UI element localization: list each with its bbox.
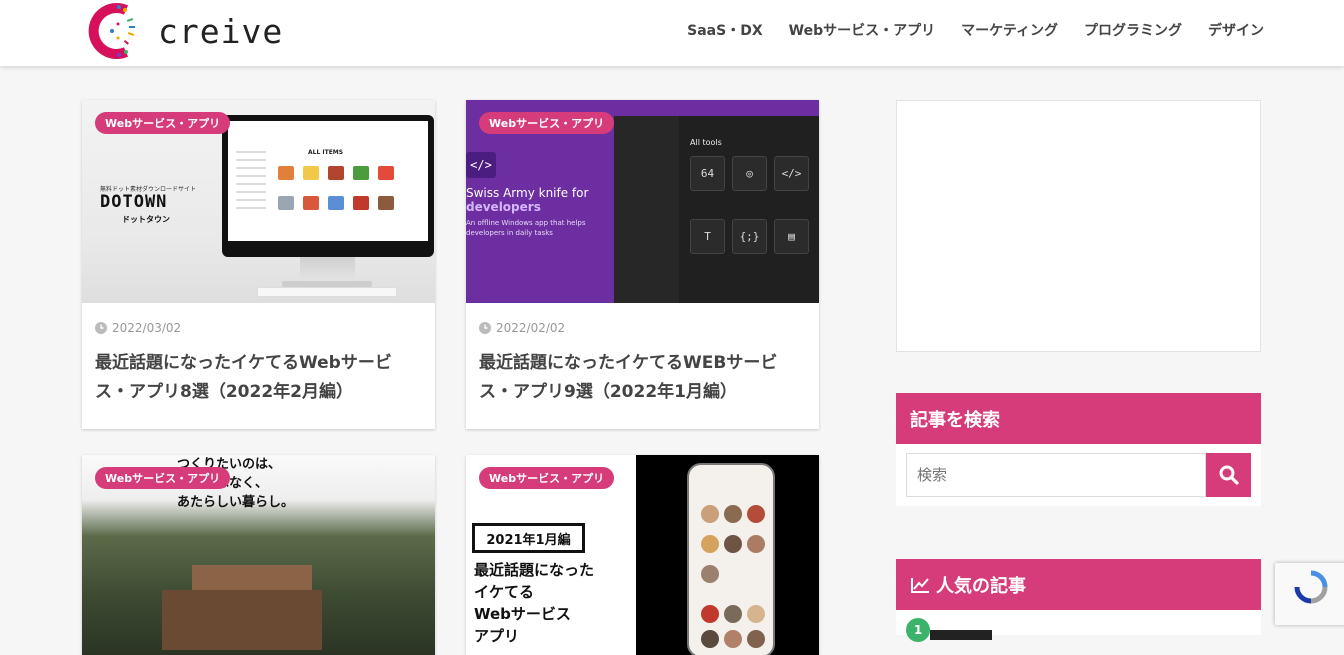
recaptcha-badge[interactable] — [1275, 563, 1344, 625]
category-badge[interactable]: Webサービス・アプリ — [95, 112, 231, 134]
post-date-text: 2022/03/02 — [112, 321, 182, 335]
code-icon: </> — [466, 152, 496, 178]
article-card[interactable]: Webサービス・アプリ つくりたいのは、 はなく、 あたらしい暮らし。 — [82, 455, 435, 655]
site-logo[interactable]: creive — [86, 1, 286, 61]
creive-logo-icon — [88, 3, 135, 59]
popular-widget-heading: 人気の記事 — [896, 559, 1261, 610]
article-thumbnail[interactable]: Webサービス・アプリ </> Swiss Army knife for dev… — [466, 100, 819, 303]
recaptcha-icon — [1294, 570, 1328, 604]
thumb-items-heading: ALL ITEMS — [308, 149, 344, 156]
category-badge[interactable]: Webサービス・アプリ — [95, 467, 231, 489]
category-badge[interactable]: Webサービス・アプリ — [479, 112, 615, 134]
popular-list: 1 — [896, 610, 1261, 642]
thumb-headline: 最近話題になった イケてる Webサービス アプリ — [474, 561, 595, 645]
article-card[interactable]: Webサービス・アプリ 無料ドット素材ダウンロードサイト DOTOWN ドットタ… — [82, 100, 435, 429]
post-title[interactable]: 最近話題になったイケてるWebサービス・アプリ8選（2022年2月編） — [95, 349, 422, 407]
site-header: creive SaaS・DX Webサービス・アプリ マーケティング プログラミ… — [0, 0, 1344, 66]
post-date-text: 2022/02/02 — [496, 321, 566, 335]
article-thumbnail[interactable]: Webサービス・アプリ つくりたいのは、 はなく、 あたらしい暮らし。 — [82, 455, 435, 655]
monitor-illustration: ALL ITEMS — [222, 115, 434, 257]
rank-badge: 1 — [906, 618, 930, 642]
clock-icon — [479, 322, 491, 334]
nav-item-marketing[interactable]: マーケティング — [961, 20, 1058, 40]
nav-item-design[interactable]: デザイン — [1208, 20, 1264, 40]
ad-slot — [896, 100, 1261, 352]
search-input[interactable] — [906, 453, 1206, 497]
logo-text: creive — [158, 11, 284, 51]
clock-icon — [95, 322, 107, 334]
nav-item-programming[interactable]: プログラミング — [1084, 20, 1182, 40]
article-card[interactable]: Webサービス・アプリ 2021年1月編 最近話題になった イケてる Webサー… — [466, 455, 819, 655]
thumb-brand: DOTOWN — [100, 192, 168, 212]
popular-thumbnail[interactable] — [930, 630, 992, 640]
main-nav: SaaS・DX Webサービス・アプリ マーケティング プログラミング デザイン — [687, 0, 1264, 60]
article-card[interactable]: Webサービス・アプリ </> Swiss Army knife for dev… — [466, 100, 819, 429]
thumb-headline: Swiss Army knife for developers An offli… — [466, 186, 589, 237]
thumb-month-box: 2021年1月編 — [472, 523, 585, 553]
search-icon — [1219, 465, 1239, 485]
post-title[interactable]: 最近話題になったイケてるWEBサービス・アプリ9選（2022年1月編） — [479, 349, 806, 407]
panel-heading: All tools — [690, 138, 722, 147]
search-button[interactable] — [1206, 453, 1251, 497]
nav-item-saas-dx[interactable]: SaaS・DX — [687, 20, 762, 40]
chart-line-icon — [911, 577, 929, 593]
category-badge[interactable]: Webサービス・アプリ — [479, 467, 615, 489]
nav-item-web-services[interactable]: Webサービス・アプリ — [789, 20, 935, 40]
post-date: 2022/02/02 — [479, 321, 819, 335]
phone-illustration — [687, 463, 775, 655]
app-window-illustration: All tools 64 ◎ </> T {;} ▤ — [614, 116, 819, 303]
search-widget-heading: 記事を検索 — [896, 393, 1261, 444]
article-thumbnail[interactable]: Webサービス・アプリ 無料ドット素材ダウンロードサイト DOTOWN ドットタ… — [82, 100, 435, 303]
search-widget — [896, 444, 1261, 506]
article-thumbnail[interactable]: Webサービス・アプリ 2021年1月編 最近話題になった イケてる Webサー… — [466, 455, 819, 655]
thumb-brand-kana: ドットタウン — [122, 215, 170, 224]
post-date: 2022/03/02 — [95, 321, 435, 335]
